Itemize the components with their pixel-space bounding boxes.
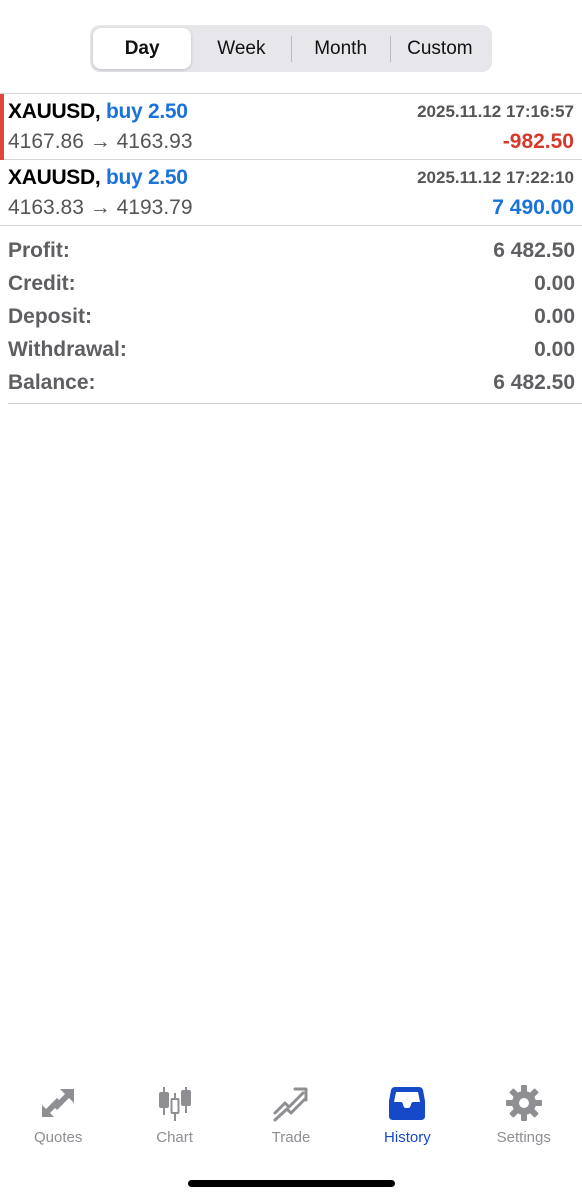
gear-icon [505, 1085, 542, 1121]
summary-value: 0.00 [534, 271, 575, 295]
quotes-arrows-icon [42, 1089, 75, 1117]
tab-week[interactable]: Week [192, 28, 290, 69]
deal-symbol: XAUUSD, buy 2.50 [8, 100, 188, 124]
summary-row-profit: Profit: 6 482.50 [8, 234, 575, 267]
tab-label: Chart [156, 1129, 193, 1146]
arrow-icon: → [89, 130, 111, 153]
summary-value: 6 482.50 [493, 370, 575, 394]
summary-row-credit: Credit: 0.00 [8, 267, 575, 300]
tab-label: Quotes [34, 1129, 83, 1146]
deal-prices: 4163.83 → 4193.79 [8, 196, 193, 220]
deal-row[interactable]: XAUUSD, buy 2.50 2025.11.12 17:22:10 416… [0, 160, 582, 226]
symbol-name: XAUUSD, [8, 166, 101, 189]
summary-label: Deposit: [8, 304, 92, 328]
summary-label: Profit: [8, 238, 70, 262]
home-indicator[interactable] [188, 1180, 395, 1187]
summary-divider [8, 403, 582, 404]
summary-value: 0.00 [534, 304, 575, 328]
deal-symbol: XAUUSD, buy 2.50 [8, 166, 188, 190]
tab-month[interactable]: Month [292, 28, 390, 69]
tab-label: Settings [496, 1129, 551, 1146]
tab-quotes[interactable]: Quotes [0, 1075, 116, 1155]
period-segmented-control: Day Week Month Custom [90, 25, 492, 72]
inbox-tray-icon [389, 1087, 426, 1120]
summary-label: Balance: [8, 370, 96, 394]
open-price: 4163.83 [8, 196, 84, 219]
deal-profit: -982.50 [502, 130, 574, 153]
summary-row-withdrawal: Withdrawal: 0.00 [8, 333, 575, 366]
symbol-name: XAUUSD, [8, 100, 101, 123]
summary-value: 0.00 [534, 337, 575, 361]
deal-time: 2025.11.12 17:16:57 [417, 102, 574, 121]
summary-label: Withdrawal: [8, 337, 127, 361]
deal-prices: 4167.86 → 4163.93 [8, 130, 193, 154]
trend-lines-icon [273, 1087, 308, 1122]
deal-row[interactable]: XAUUSD, buy 2.50 2025.11.12 17:16:57 416… [0, 94, 582, 160]
summary-row-deposit: Deposit: 0.00 [8, 300, 575, 333]
tab-settings[interactable]: Settings [466, 1075, 582, 1155]
tab-label: History [384, 1129, 431, 1146]
close-price: 4163.93 [116, 130, 193, 153]
bottom-tab-bar: Quotes Chart Trade History Settings [0, 1075, 582, 1155]
summary-row-balance: Balance: 6 482.50 [8, 366, 575, 399]
history-summary: Profit: 6 482.50 Credit: 0.00 Deposit: 0… [8, 234, 575, 399]
deal-direction: buy 2.50 [105, 100, 188, 123]
tab-custom[interactable]: Custom [391, 28, 489, 69]
close-price: 4193.79 [116, 196, 193, 219]
tab-day[interactable]: Day [93, 28, 192, 69]
tab-chart[interactable]: Chart [116, 1075, 232, 1155]
arrow-icon: → [89, 196, 111, 219]
open-price: 4167.86 [8, 130, 84, 153]
deal-time: 2025.11.12 17:22:10 [417, 168, 574, 187]
summary-value: 6 482.50 [493, 238, 575, 262]
tab-history[interactable]: History [349, 1075, 465, 1155]
deal-direction: buy 2.50 [105, 166, 188, 189]
tab-trade[interactable]: Trade [233, 1075, 349, 1155]
deal-profit: 7 490.00 [492, 196, 574, 219]
summary-label: Credit: [8, 271, 76, 295]
loss-indicator-bar [0, 94, 4, 160]
tab-label: Trade [271, 1129, 311, 1146]
candlestick-icon [158, 1087, 191, 1121]
